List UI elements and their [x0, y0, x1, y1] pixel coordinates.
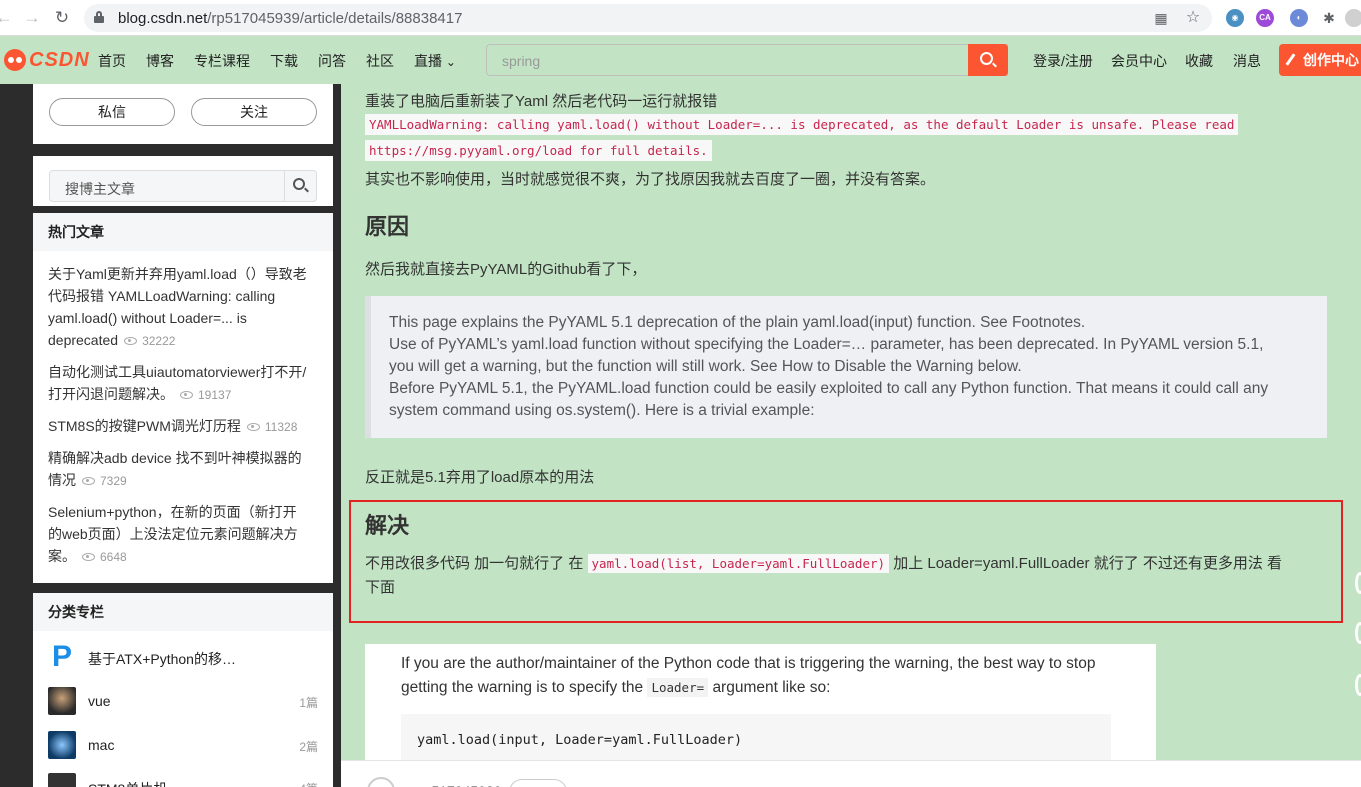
warning-code: YAMLLoadWarning: calling yaml.load() wit… — [365, 114, 1239, 135]
article-toolbar: rp517045939 — [341, 760, 1361, 787]
views-icon — [180, 391, 193, 400]
hot-articles-title: 热门文章 — [33, 213, 333, 251]
hot-articles-card: 热门文章 关于Yaml更新并弃用yaml.load（）导致老代码报错 YAMLL… — [33, 213, 333, 583]
hot-article-item[interactable]: STM8S的按键PWM调光灯历程 11328 — [48, 415, 310, 438]
bottom-follow-button[interactable] — [509, 779, 567, 787]
forward-icon[interactable]: → — [22, 8, 42, 28]
hot-article-item[interactable]: 自动化测试工具uiautomatorviewer打不开/打开闪退问题解决。 191… — [48, 361, 310, 406]
nav-live[interactable]: 直播 ⌄ — [414, 51, 456, 71]
star-icon[interactable]: ☆ — [1184, 9, 1202, 27]
site-header: CSDN 首页 博客 专栏课程 下载 问答 社区 直播 ⌄ spring 登录/… — [0, 36, 1361, 84]
columns-card: 分类专栏 P 基于ATX+Python的移… vue 1篇 mac 2篇 STM… — [33, 593, 333, 787]
messages-link[interactable]: 消息 — [1233, 51, 1261, 71]
extension-pen-icon[interactable]: ◐ — [1290, 9, 1308, 27]
search-icon — [293, 178, 305, 190]
column-thumbnail: P — [48, 642, 76, 672]
docs-text: If you are the author/maintainer of the … — [401, 655, 1096, 697]
author-search-button[interactable] — [284, 171, 316, 201]
search-button[interactable] — [968, 44, 1008, 76]
views-icon — [82, 553, 95, 562]
puzzle-icon[interactable]: ✱ — [1320, 9, 1338, 27]
views-icon — [246, 423, 260, 432]
author-search-input[interactable]: 搜博主文章 — [49, 170, 317, 202]
blockquote: This page explains the PyYAML 5.1 deprec… — [365, 296, 1327, 438]
nav-courses[interactable]: 专栏课程 — [194, 51, 250, 71]
inline-code: yaml.load(list, Loader=yaml.FullLoader) — [587, 554, 890, 573]
heading-reason: 原因 — [365, 214, 410, 239]
side-tool-icon[interactable] — [1355, 674, 1361, 696]
article-paragraph: 然后我就直接去PyYAML的Github看了下， — [365, 261, 647, 278]
chevron-down-icon: ⌄ — [445, 55, 456, 69]
create-center-button[interactable]: 创作中心 — [1279, 44, 1361, 76]
nav-community[interactable]: 社区 — [366, 51, 394, 71]
extension-ca-icon[interactable]: CA — [1256, 9, 1274, 27]
nav-qa[interactable]: 问答 — [318, 51, 346, 71]
search-icon — [980, 52, 993, 65]
author-search-card: 搜博主文章 — [33, 156, 333, 206]
column-thumbnail — [48, 773, 76, 787]
column-thumbnail — [48, 687, 76, 715]
message-button[interactable]: 私信 — [49, 98, 175, 126]
heading-solution: 解决 — [365, 513, 410, 538]
warning-code: https://msg.pyyaml.org/load for full det… — [365, 140, 712, 161]
author-card: 私信 关注 — [33, 84, 333, 144]
favorites-link[interactable]: 收藏 — [1185, 51, 1213, 71]
highlight-annotation: 解决 不用改很多代码 加一句就行了 在 yaml.load(list, Load… — [349, 500, 1343, 623]
avatar[interactable] — [367, 777, 395, 787]
qr-code-icon[interactable]: ▦ — [1152, 9, 1170, 27]
nav-blog[interactable]: 博客 — [146, 51, 174, 71]
column-item[interactable]: P 基于ATX+Python的移… — [48, 642, 318, 672]
article-paragraph: 重装了电脑后重新装了Yaml 然后老代码一运行就报错 — [365, 93, 718, 110]
pen-icon — [1285, 53, 1296, 66]
article-paragraph: 反正就是5.1弃用了load原本的用法 — [365, 469, 595, 486]
address-bar[interactable]: blog.csdn.net/rp517045939/article/detail… — [84, 4, 1212, 32]
nav-home[interactable]: 首页 — [98, 51, 126, 71]
browser-toolbar: ← → ↻ blog.csdn.net/rp517045939/article/… — [0, 0, 1361, 36]
hot-article-item[interactable]: Selenium+python，在新的页面（新打开的web页面）上没法定位元素问… — [48, 501, 310, 568]
hot-article-item[interactable]: 关于Yaml更新并弃用yaml.load（）导致老代码报错 YAMLLoadWa… — [48, 263, 310, 352]
profile-icon[interactable] — [1345, 9, 1361, 27]
article-content: 重装了电脑后重新装了Yaml 然后老代码一运行就报错 YAMLLoadWarni… — [341, 84, 1361, 787]
extension-icon[interactable]: ◉ — [1226, 9, 1244, 27]
column-item[interactable]: mac 2篇 — [48, 731, 318, 759]
follow-button[interactable]: 关注 — [191, 98, 317, 126]
nav-download[interactable]: 下载 — [270, 51, 298, 71]
lock-icon[interactable] — [94, 11, 104, 23]
column-item[interactable]: STM8单片机 4篇 — [48, 773, 318, 787]
vip-link[interactable]: 会员中心 — [1111, 51, 1167, 71]
login-link[interactable]: 登录/注册 — [1033, 51, 1093, 71]
url-text[interactable]: blog.csdn.net/rp517045939/article/detail… — [118, 10, 462, 27]
author-name[interactable]: rp517045939 — [419, 783, 502, 787]
views-icon — [82, 477, 95, 486]
views-icon — [124, 337, 138, 346]
csdn-logo[interactable]: CSDN — [4, 48, 90, 72]
column-thumbnail — [48, 731, 76, 759]
hot-article-item[interactable]: 精确解决adb device 找不到叶神模拟器的情况 7329 — [48, 447, 310, 492]
csdn-logo-icon — [4, 49, 26, 71]
column-item[interactable]: vue 1篇 — [48, 687, 318, 715]
search-input[interactable]: spring — [486, 44, 1008, 76]
reload-icon[interactable]: ↻ — [52, 8, 72, 28]
back-icon[interactable]: ← — [0, 8, 14, 28]
columns-title: 分类专栏 — [33, 593, 333, 631]
side-tool-icon[interactable] — [1355, 572, 1361, 594]
side-tool-icon[interactable] — [1355, 622, 1361, 644]
article-paragraph: 其实也不影响使用，当时就感觉很不爽，为了找原因我就去百度了一圈，并没有答案。 — [365, 171, 936, 188]
solution-paragraph: 不用改很多代码 加一句就行了 在 yaml.load(list, Loader=… — [365, 554, 1283, 596]
